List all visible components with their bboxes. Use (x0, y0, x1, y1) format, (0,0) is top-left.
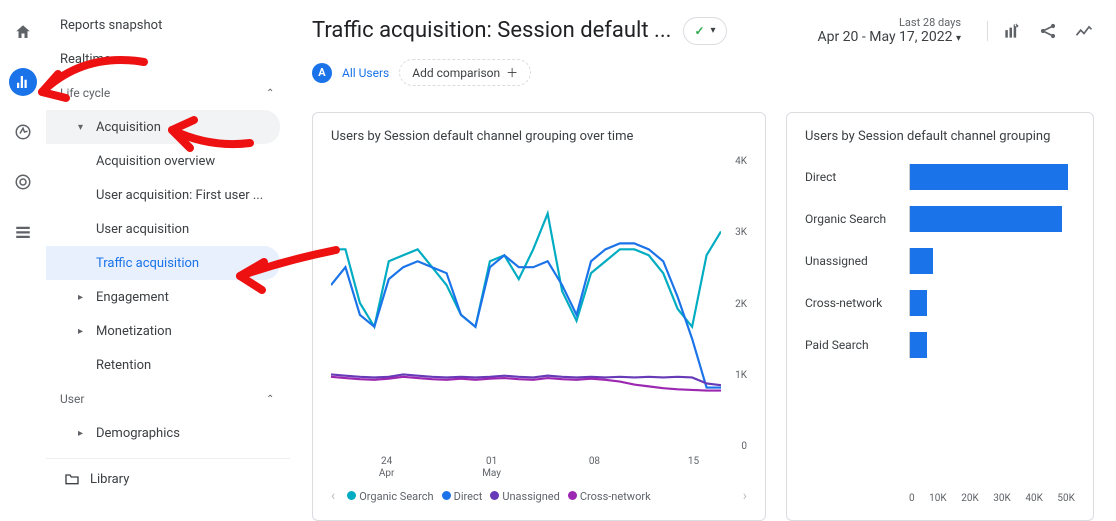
add-comparison-button[interactable]: Add comparison ＋ (399, 59, 531, 86)
line-chart-card: Users by Session default channel groupin… (312, 112, 766, 521)
sidebar-item-reports-snapshot[interactable]: Reports snapshot (46, 8, 290, 42)
caret-right-icon: ▸ (78, 292, 88, 303)
sidebar-item-acquisition[interactable]: ▾ Acquisition (46, 110, 280, 144)
bar-chart-card: Users by Session default channel groupin… (786, 112, 1094, 521)
advertising-icon[interactable] (9, 168, 37, 196)
sidebar-item-monetization[interactable]: ▸ Monetization (46, 314, 290, 348)
bar-fill (910, 206, 1062, 232)
add-comparison-label: Add comparison (412, 66, 500, 80)
chevron-left-icon[interactable]: ‹ (331, 488, 335, 504)
segment-label: All Users (342, 66, 389, 80)
reports-icon[interactable] (9, 68, 37, 96)
sidebar-item-user-acquisition-first[interactable]: User acquisition: First user ... (46, 178, 290, 212)
bar-chart-x-axis: 010K20K30K40K50K (909, 493, 1075, 504)
sidebar-section-label: User (60, 392, 84, 406)
sidebar-section-user[interactable]: User ⌃ (46, 382, 290, 416)
bar-label: Unassigned (805, 254, 901, 268)
bar-row: Direct (805, 164, 1075, 190)
bar-label: Organic Search (805, 212, 901, 226)
share-icon[interactable] (1038, 21, 1058, 41)
sidebar-item-user-acquisition[interactable]: User acquisition (46, 212, 290, 246)
chevron-up-icon: ⌃ (266, 394, 276, 405)
comparison-row: A All Users Add comparison ＋ (312, 59, 1094, 86)
chevron-down-icon: ▾ (956, 33, 961, 44)
bar-chart-title: Users by Session default channel groupin… (805, 129, 1075, 144)
sidebar-item-label: Retention (96, 358, 151, 373)
bar-label: Direct (805, 170, 901, 184)
sidebar-item-label: Monetization (96, 324, 172, 339)
sidebar-item-label: Engagement (96, 290, 169, 305)
sidebar-item-demographics[interactable]: ▸ Demographics (46, 416, 290, 450)
line-chart-legend: ‹ Organic SearchDirectUnassignedCross-ne… (331, 488, 747, 504)
bar-fill (910, 248, 933, 274)
status-pill[interactable]: ✓ ▾ (683, 17, 726, 45)
sidebar-library[interactable]: Library (46, 458, 290, 499)
header: Traffic acquisition: Session default ...… (312, 16, 1094, 45)
bar-fill (910, 290, 927, 316)
sidebar-item-retention[interactable]: Retention (46, 348, 290, 382)
sidebar-item-acquisition-overview[interactable]: Acquisition overview (46, 144, 290, 178)
chevron-up-icon: ⌃ (266, 88, 276, 99)
folder-icon (64, 471, 80, 487)
caret-right-icon: ▸ (78, 326, 88, 337)
bar-label: Cross-network (805, 296, 901, 310)
bar-chart: Direct Organic Search Unassigned Cross-netw… (805, 164, 1075, 483)
caret-right-icon: ▸ (78, 428, 88, 439)
bar-row: Cross-network (805, 290, 1075, 316)
chevron-right-icon[interactable]: › (743, 488, 747, 504)
bar-row: Paid Search (805, 332, 1075, 358)
line-chart-title: Users by Session default channel groupin… (331, 129, 747, 144)
bar-row: Organic Search (805, 206, 1075, 232)
bar-fill (910, 332, 927, 358)
bar-fill (910, 164, 1068, 190)
chevron-down-icon: ▾ (711, 25, 716, 36)
edit-icon[interactable] (1002, 21, 1022, 41)
sidebar-item-engagement[interactable]: ▸ Engagement (46, 280, 290, 314)
explore-icon[interactable] (9, 118, 37, 146)
bar-label: Paid Search (805, 338, 901, 352)
home-icon[interactable] (9, 18, 37, 46)
main: Traffic acquisition: Session default ...… (290, 0, 1116, 521)
plus-icon: ＋ (506, 64, 518, 81)
sidebar-section-label: Life cycle (60, 86, 110, 100)
check-icon: ✓ (694, 24, 704, 38)
segment-chip-a[interactable]: A (312, 63, 332, 83)
configure-icon[interactable] (9, 218, 37, 246)
date-range-picker[interactable]: Last 28 days Apr 20 - May 17, 2022 ▾ (817, 16, 961, 45)
line-chart-y-axis: 4K3K2K1K0 (721, 154, 747, 474)
header-actions (987, 21, 1094, 41)
page-title: Traffic acquisition: Session default ... (312, 18, 671, 43)
sidebar-item-label: Acquisition (96, 120, 161, 135)
sidebar-item-realtime[interactable]: Realtime (46, 42, 290, 76)
left-rail (0, 0, 46, 521)
sidebar: Reports snapshot Realtime Life cycle ⌃ ▾… (46, 0, 290, 521)
bar-row: Unassigned (805, 248, 1075, 274)
date-range: Apr 20 - May 17, 2022 (817, 29, 952, 45)
sidebar-item-traffic-acquisition[interactable]: Traffic acquisition (46, 246, 280, 280)
date-label: Last 28 days (817, 16, 961, 29)
line-chart (331, 154, 721, 414)
sidebar-item-label: Demographics (96, 426, 180, 441)
caret-down-icon: ▾ (78, 122, 88, 133)
library-label: Library (90, 472, 129, 487)
insights-icon[interactable] (1074, 21, 1094, 41)
sidebar-section-life-cycle[interactable]: Life cycle ⌃ (46, 76, 290, 110)
